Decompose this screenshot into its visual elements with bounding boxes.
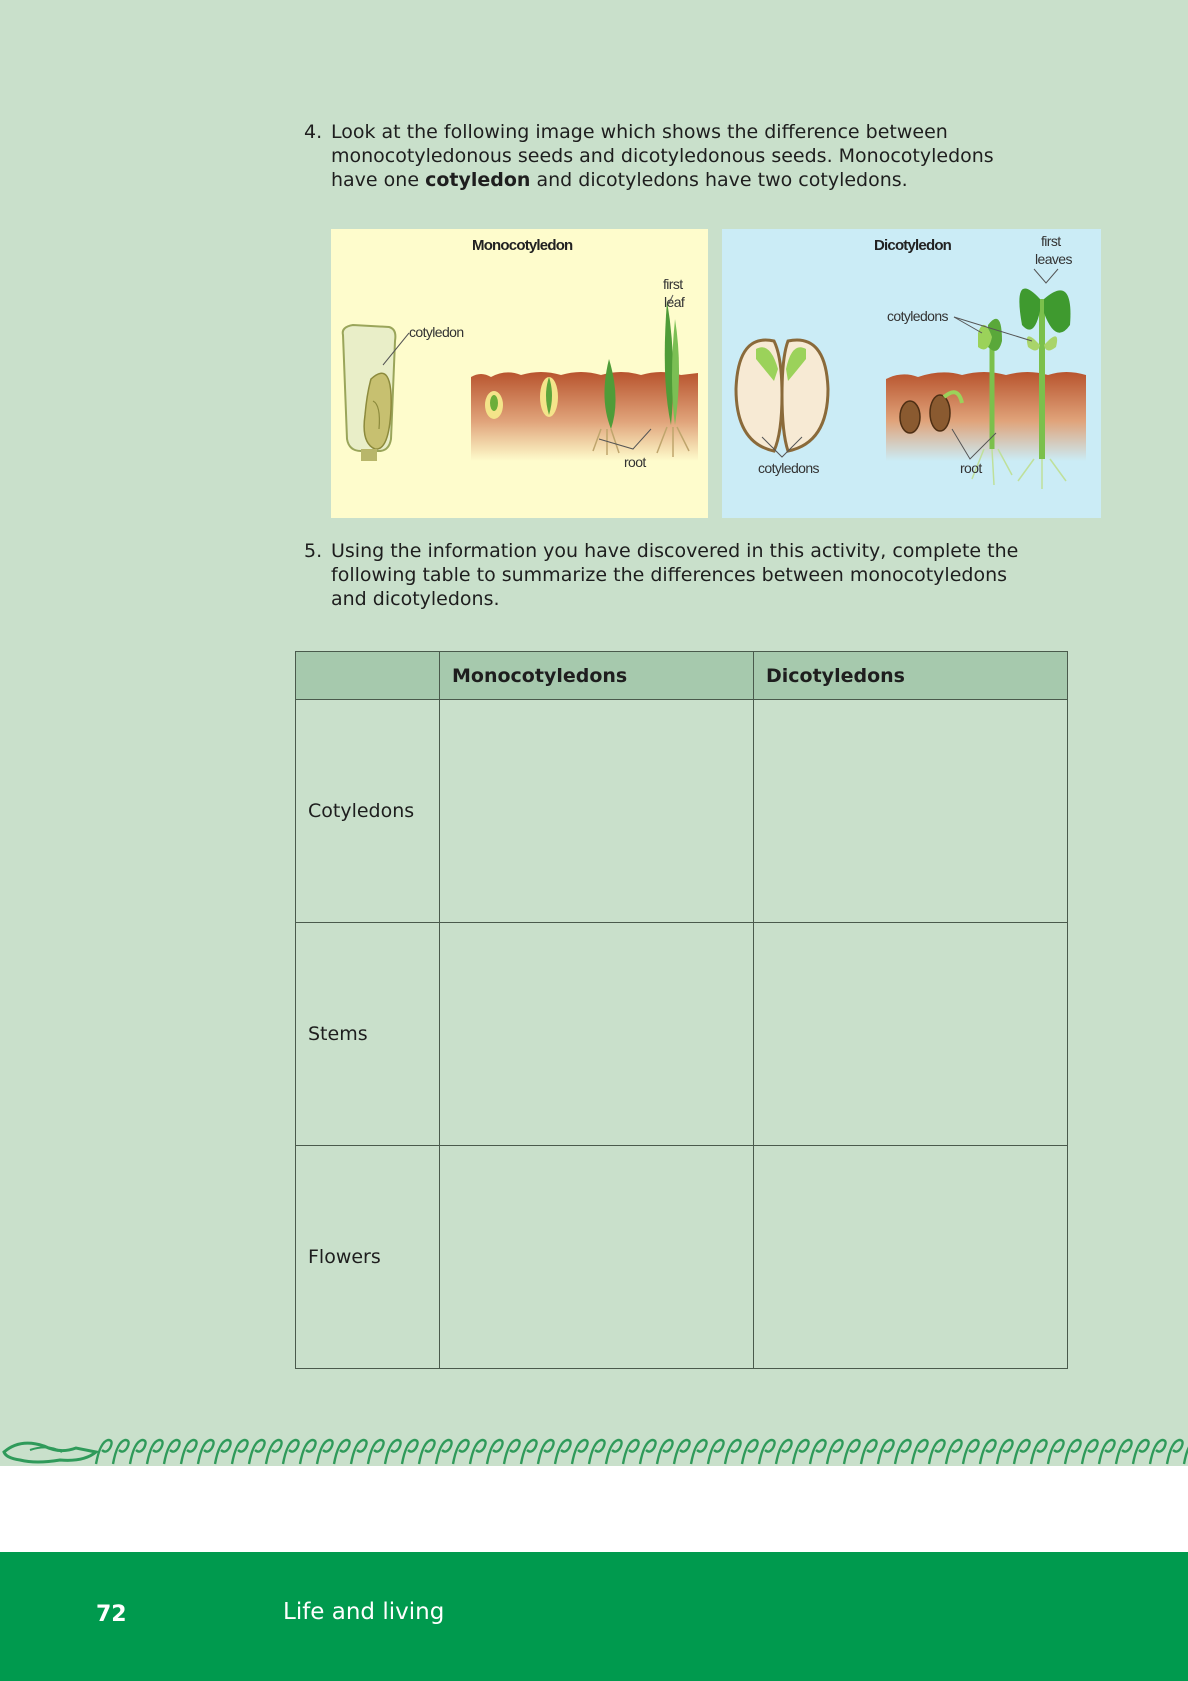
mono-first-leaf-label-2: leaf	[664, 294, 685, 310]
answer-cell-mono-cotyledons[interactable]	[439, 699, 754, 923]
mono-first-leaf-label-1: first	[663, 276, 683, 292]
header-monocotyledons: Monocotyledons	[439, 651, 754, 700]
mono-cotyledon-label: cotyledon	[409, 324, 464, 340]
row-label-cotyledons: Cotyledons	[295, 699, 440, 923]
question-5-number: 5.	[304, 540, 323, 562]
section-title: Life and living	[283, 1599, 445, 1625]
header-dicotyledons: Dicotyledons	[753, 651, 1068, 700]
dico-first-leaves-label-1: first	[1041, 233, 1061, 249]
answer-cell-mono-flowers[interactable]	[439, 1145, 754, 1369]
mono-title: Monocotyledon	[472, 237, 573, 254]
question-5-text: Using the information you have discovere…	[331, 540, 1019, 610]
dico-root-label: root	[960, 460, 982, 476]
seed-comparison-figure: Monocotyledon cotyledon first leaf root …	[331, 229, 1101, 518]
row-label-stems: Stems	[295, 922, 440, 1146]
dico-cotyledons-label: cotyledons	[887, 308, 949, 324]
answer-cell-dico-cotyledons[interactable]	[753, 699, 1068, 923]
question-5: 5. Using the information you have discov…	[304, 539, 1104, 611]
table-row: Stems	[295, 922, 1068, 1146]
dico-title: Dicotyledon	[874, 237, 952, 254]
white-band	[0, 1472, 1188, 1552]
dicotyledon-panel: Dicotyledon first leaves cotyledons coty…	[722, 229, 1101, 518]
dico-first-leaves-label-2: leaves	[1035, 251, 1072, 267]
answer-cell-dico-flowers[interactable]	[753, 1145, 1068, 1369]
page-footer: 72 Life and living	[0, 1552, 1188, 1681]
cotyledon-term: cotyledon	[425, 169, 531, 191]
question-4: 4. Look at the following image which sho…	[304, 120, 1104, 192]
question-4-text: Look at the following image which shows …	[331, 121, 994, 191]
answer-cell-mono-stems[interactable]	[439, 922, 754, 1146]
table-row: Flowers	[295, 1145, 1068, 1369]
monocotyledon-panel: Monocotyledon cotyledon first leaf root	[331, 229, 708, 518]
row-label-flowers: Flowers	[295, 1145, 440, 1369]
decorative-wave-border	[0, 1432, 1188, 1472]
summary-table: Monocotyledons Dicotyledons Cotyledons S…	[295, 651, 1068, 1369]
page-number: 72	[96, 1602, 127, 1627]
table-row: Cotyledons	[295, 699, 1068, 923]
header-empty	[295, 651, 440, 700]
mono-root-label: root	[624, 454, 646, 470]
dico-seed-cotyledons-label: cotyledons	[758, 460, 820, 476]
table-header-row: Monocotyledons Dicotyledons	[295, 651, 1068, 700]
answer-cell-dico-stems[interactable]	[753, 922, 1068, 1146]
question-4-number: 4.	[304, 121, 323, 143]
